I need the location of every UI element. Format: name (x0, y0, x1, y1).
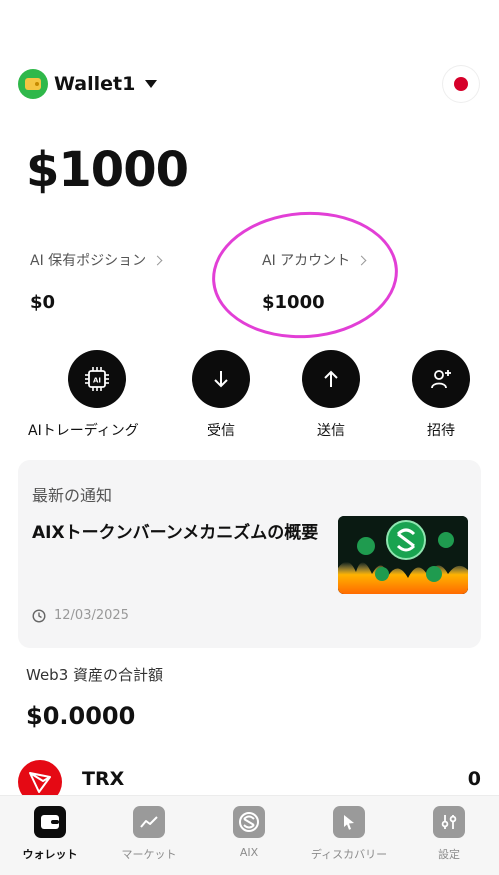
tab-market[interactable]: マーケット (101, 806, 197, 862)
send-label: 送信 (317, 423, 345, 439)
aix-coin-fire-image (338, 516, 468, 594)
notice-card[interactable]: 最新の通知 AIXトークンバーンメカニズムの概要 12/03/2025 (18, 460, 481, 648)
ai-account-value: $1000 (262, 292, 325, 313)
invite-button[interactable]: 招待 (412, 350, 470, 440)
ai-positions-value: $0 (30, 292, 56, 313)
arrow-up-icon (324, 370, 338, 387)
bottom-tab-bar: ウォレット マーケット AIX ディスカバリー 設定 (0, 795, 499, 875)
ai-account-label: AI アカウント (262, 253, 351, 269)
add-user-icon (431, 370, 451, 389)
notice-title: AIXトークンバーンメカニズムの概要 (32, 523, 319, 543)
tab-aix-label: AIX (239, 846, 259, 859)
clock-icon (32, 608, 46, 623)
total-balance: $1000 (26, 142, 189, 198)
receive-label: 受信 (207, 423, 235, 439)
ai-chip-icon: AI (84, 367, 109, 391)
notice-thumbnail (338, 516, 468, 594)
tab-wallet[interactable]: ウォレット (2, 806, 98, 862)
tab-aix[interactable]: AIX (201, 806, 297, 859)
aix-logo-icon (233, 806, 265, 838)
ai-trading-button[interactable]: AI AIトレーディング (28, 350, 139, 440)
chevron-right-icon (356, 255, 367, 265)
notice-date-text: 12/03/2025 (54, 608, 129, 623)
cursor-icon (333, 806, 365, 838)
japan-flag-icon (454, 77, 468, 91)
quick-actions: AI AIトレーディング 受信 送信 招待 (0, 350, 499, 440)
chevron-right-icon (152, 255, 163, 265)
invite-label: 招待 (427, 423, 455, 439)
web3-total-value: $0.0000 (26, 702, 136, 730)
language-button[interactable] (443, 66, 479, 102)
wallet-icon (18, 69, 48, 99)
arrow-down-icon (214, 371, 228, 388)
notice-heading: 最新の通知 (32, 486, 113, 505)
tab-settings[interactable]: 設定 (401, 806, 497, 862)
ai-positions-stat[interactable]: AI 保有ポジション $0 (30, 250, 163, 313)
wallet-selector[interactable]: Wallet1 (18, 69, 158, 99)
send-button[interactable]: 送信 (302, 350, 360, 440)
asset-name: TRX (82, 768, 125, 790)
settings-icon (433, 806, 465, 838)
wallet-name: Wallet1 (54, 73, 136, 95)
tab-discovery-label: ディスカバリー (310, 848, 388, 861)
web3-total-label: Web3 資産の合計額 (26, 666, 164, 684)
notice-date: 12/03/2025 (32, 608, 129, 623)
asset-amount: 0 (467, 768, 481, 790)
chart-icon (133, 806, 165, 838)
asset-row-trx[interactable]: TRX 0 (18, 760, 481, 804)
top-bar: Wallet1 (18, 66, 479, 102)
tab-wallet-label: ウォレット (22, 848, 78, 861)
svg-text:AI: AI (93, 377, 101, 385)
tab-market-label: マーケット (121, 848, 177, 861)
caret-down-icon (145, 80, 158, 88)
receive-button[interactable]: 受信 (192, 350, 250, 440)
ai-positions-label: AI 保有ポジション (30, 253, 147, 269)
wallet-icon (34, 806, 66, 838)
tab-settings-label: 設定 (438, 848, 460, 861)
ai-trading-label: AIトレーディング (28, 423, 139, 439)
ai-account-stat[interactable]: AI アカウント $1000 (262, 250, 367, 313)
tab-discovery[interactable]: ディスカバリー (301, 806, 397, 862)
